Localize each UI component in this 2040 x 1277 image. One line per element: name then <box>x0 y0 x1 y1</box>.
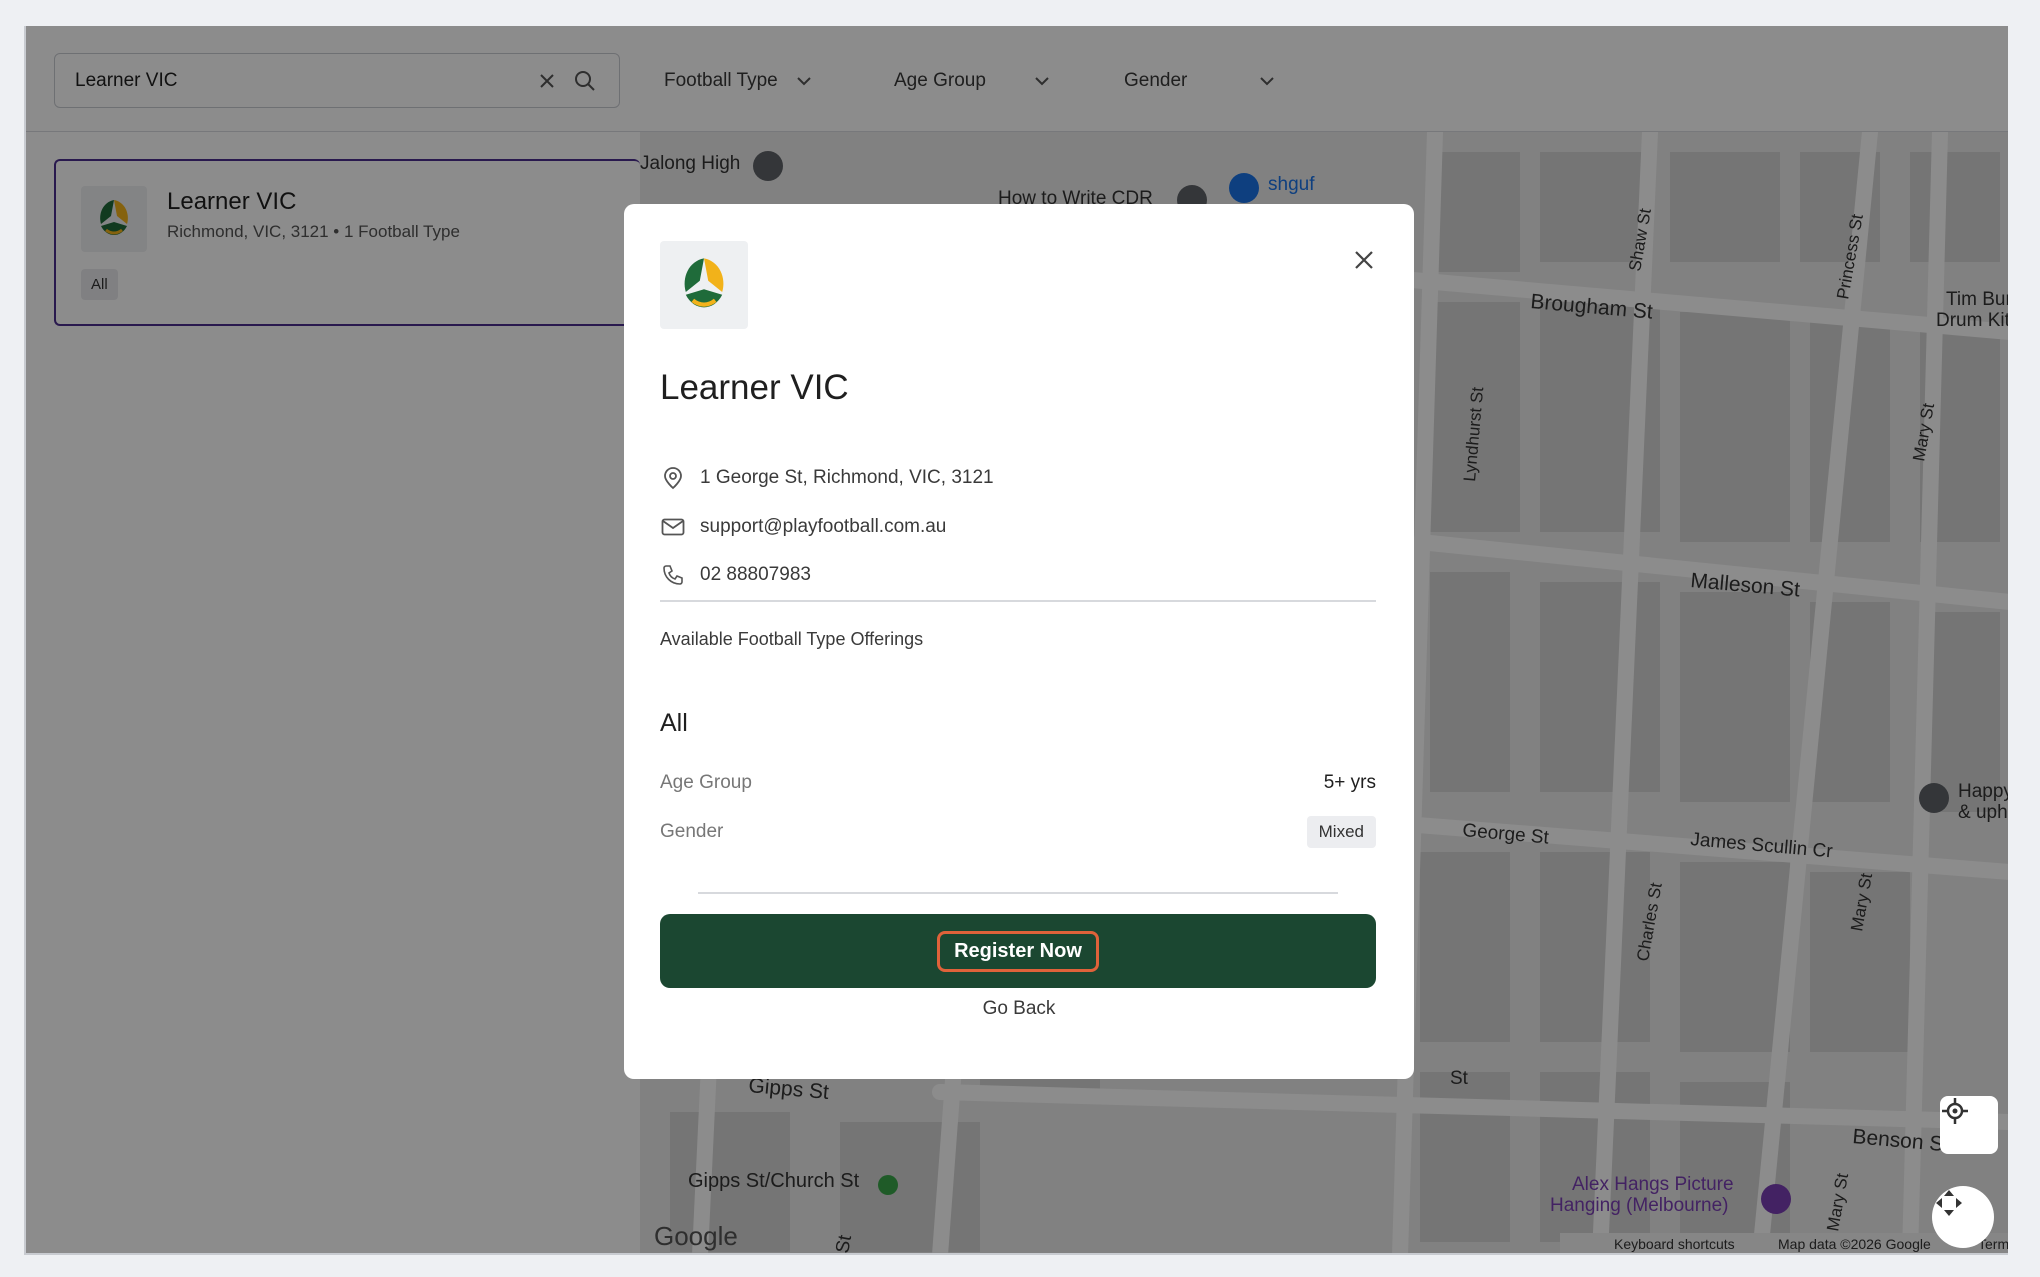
location-pin-icon <box>660 465 686 491</box>
register-now-button[interactable]: Register Now <box>660 914 1376 988</box>
gender-badge: Mixed <box>1306 816 1376 848</box>
location-target-icon <box>1942 1098 1968 1124</box>
topbar-backdrop <box>640 26 2008 132</box>
divider <box>660 600 1376 602</box>
pan-control[interactable] <box>1932 1186 1994 1248</box>
address-row: 1 George St, Richmond, VIC, 3121 <box>660 462 994 494</box>
panel-backdrop <box>26 26 640 1253</box>
offering-type: All <box>660 709 688 737</box>
club-phone[interactable]: 02 88807983 <box>700 564 811 586</box>
email-row: support@playfootball.com.au <box>660 511 946 543</box>
age-group-value: 5+ yrs <box>1323 772 1376 793</box>
gender-label: Gender <box>660 821 724 842</box>
close-button[interactable] <box>1346 242 1382 278</box>
club-address: 1 George St, Richmond, VIC, 3121 <box>700 467 994 488</box>
club-details-modal: Learner VIC 1 George St, Richmond, VIC, … <box>624 204 1414 1079</box>
my-location-button[interactable] <box>1940 1096 1998 1154</box>
phone-row: 02 88807983 <box>660 559 811 591</box>
close-icon <box>1355 251 1373 269</box>
register-now-label: Register Now <box>937 930 1099 972</box>
go-back-button[interactable]: Go Back <box>624 998 1414 1020</box>
phone-icon <box>660 562 686 588</box>
club-name: Learner VIC <box>660 368 849 407</box>
club-email[interactable]: support@playfootball.com.au <box>700 516 946 538</box>
offerings-heading: Available Football Type Offerings <box>660 629 924 649</box>
mail-icon <box>660 514 686 540</box>
club-logo <box>660 241 748 329</box>
divider <box>698 892 1338 894</box>
pan-arrows-icon <box>1936 1190 1962 1216</box>
app-frame: Learner VIC Football Type Age Group Gend… <box>24 26 2008 1255</box>
age-group-label: Age Group <box>660 772 752 793</box>
